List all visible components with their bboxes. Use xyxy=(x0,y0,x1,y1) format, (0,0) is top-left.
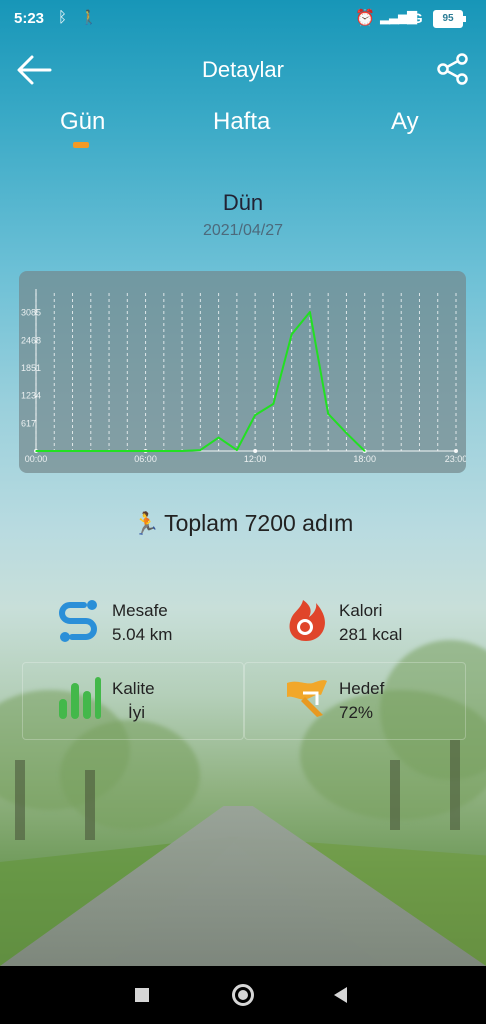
stat-distance: Mesafe 5.04 km xyxy=(56,597,236,657)
x-tick-label: 23:00 xyxy=(445,454,466,464)
data-point xyxy=(236,449,238,451)
app-screen: 5:23 ᛒ 🚶 ⏰ ▂▃▅▇ 4G 95 Detaylar Gün Hafta… xyxy=(0,0,486,966)
status-bar: 5:23 ᛒ 🚶 ⏰ ▂▃▅▇ 4G 95 xyxy=(0,0,486,38)
stat-goal: Hedef 72% xyxy=(283,675,463,735)
tab-indicator xyxy=(73,142,89,148)
data-point xyxy=(71,450,74,452)
tab-day[interactable]: Gün xyxy=(60,108,105,136)
stat-value: İyi xyxy=(128,703,145,722)
stat-label: Kalite xyxy=(112,679,155,698)
total-steps-text: Toplam 7200 adım xyxy=(164,510,354,536)
stat-quality: Kalite İyi xyxy=(56,675,236,735)
data-point xyxy=(363,450,366,452)
x-tick-dot xyxy=(253,449,258,453)
data-point xyxy=(272,403,275,405)
data-point xyxy=(345,432,348,434)
y-tick-label: 617 xyxy=(21,418,36,428)
data-point xyxy=(53,450,56,452)
data-point xyxy=(199,449,202,451)
stat-value: 72% xyxy=(339,703,374,722)
steps-line-chart: 617 1234 1851 2468 3085 00:00 06:00 12:00 18:00 2… xyxy=(21,289,466,464)
y-tick-label: 1851 xyxy=(21,363,41,373)
data-point xyxy=(181,450,183,452)
data-point xyxy=(35,450,37,452)
stat-value: 5.04 km xyxy=(112,625,173,644)
total-steps: 🏃 Toplam 7200 adım xyxy=(0,510,486,537)
date-title: Dün xyxy=(222,190,264,215)
share-icon[interactable] xyxy=(436,52,470,86)
walking-icon: 🚶 xyxy=(80,9,98,25)
nav-back-icon[interactable] xyxy=(334,987,347,1003)
flame-icon xyxy=(289,600,325,641)
data-point xyxy=(254,414,256,416)
battery-indicator: 95 xyxy=(433,10,466,28)
steps-series-line xyxy=(36,310,366,452)
data-point xyxy=(144,450,147,452)
alarm-icon: ⏰ xyxy=(355,10,375,27)
app-header: Detaylar xyxy=(0,38,486,102)
data-point xyxy=(108,450,110,452)
x-tick-dot xyxy=(454,449,458,453)
stat-value: 281 kcal xyxy=(339,625,403,644)
stat-label: Hedef xyxy=(339,679,385,698)
stat-calorie: Kalori 281 kcal xyxy=(283,597,463,657)
data-point xyxy=(89,450,92,452)
tab-week[interactable]: Hafta xyxy=(213,108,270,136)
x-tick-label: 18:00 xyxy=(353,454,376,464)
home-icon[interactable] xyxy=(232,984,254,1006)
bluetooth-icon: ᛒ xyxy=(58,9,68,26)
y-tick-label: 3085 xyxy=(21,308,41,318)
data-point xyxy=(126,450,129,452)
page-title: Detaylar xyxy=(202,57,284,82)
tab-month[interactable]: Ay xyxy=(391,108,419,136)
x-tick-label: 00:00 xyxy=(25,454,48,464)
y-tick-label: 1234 xyxy=(21,391,41,401)
recent-apps-icon[interactable] xyxy=(135,988,149,1002)
x-tick-label: 12:00 xyxy=(244,454,267,464)
bars-icon xyxy=(59,677,101,719)
data-point xyxy=(163,450,165,452)
data-point xyxy=(290,333,293,336)
data-point xyxy=(217,436,220,439)
system-nav-bar xyxy=(0,966,486,1024)
network-label: 4G xyxy=(404,10,423,26)
steps-chart-card: 617 1234 1851 2468 3085 00:00 06:00 12:00 18:00 2… xyxy=(19,271,466,473)
data-point xyxy=(309,311,311,313)
y-tick-label: 2468 xyxy=(21,335,41,345)
x-tick-label: 06:00 xyxy=(134,454,157,464)
date-subtitle: 2021/04/27 xyxy=(202,222,284,239)
status-time: 5:23 xyxy=(14,10,45,27)
distance-icon xyxy=(59,600,97,642)
flag-icon xyxy=(287,680,327,717)
stat-label: Kalori xyxy=(339,601,383,620)
walking-icon: 🏃 xyxy=(132,511,161,536)
stat-label: Mesafe xyxy=(112,601,168,620)
data-point xyxy=(327,412,329,415)
period-tabs: Gün Hafta Ay xyxy=(0,102,486,152)
